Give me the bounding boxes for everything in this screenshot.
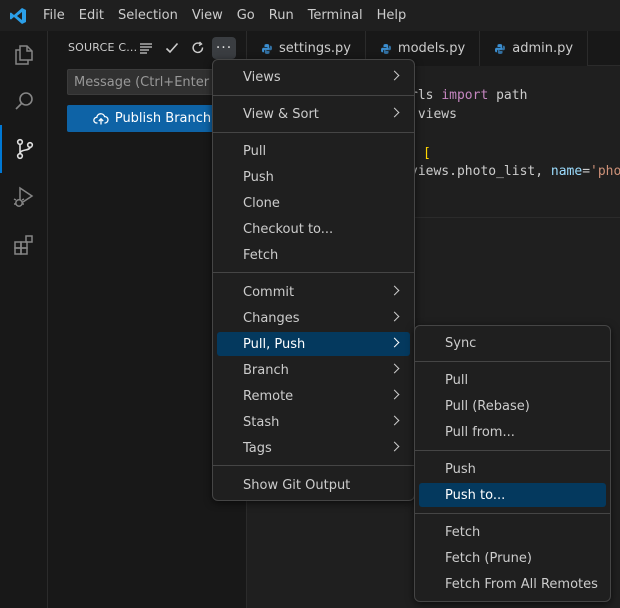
menu-file[interactable]: File	[36, 0, 72, 31]
menu-separator	[415, 361, 610, 362]
more-actions-icon[interactable]: ···	[212, 37, 236, 59]
chevron-right-icon	[389, 70, 400, 81]
menu-go[interactable]: Go	[230, 0, 262, 31]
chevron-right-icon	[389, 311, 400, 322]
menu-run[interactable]: Run	[262, 0, 301, 31]
extensions-icon[interactable]	[0, 221, 48, 269]
submenu-item-pull[interactable]: Pull	[419, 368, 606, 392]
menu-selection[interactable]: Selection	[111, 0, 185, 31]
menu-separator	[213, 132, 414, 133]
pull-push-submenu: Sync Pull Pull (Rebase) Pull from... Pus…	[414, 325, 611, 602]
run-debug-icon[interactable]	[0, 173, 48, 221]
menu-item-pull[interactable]: Pull	[217, 139, 410, 163]
menu-item-tags[interactable]: Tags	[217, 436, 410, 460]
explorer-icon[interactable]	[0, 31, 48, 79]
vscode-logo-icon	[0, 0, 36, 31]
menu-item-changes[interactable]: Changes	[217, 306, 410, 330]
menu-item-push[interactable]: Push	[217, 165, 410, 189]
menu-item-fetch[interactable]: Fetch	[217, 243, 410, 267]
menu-separator	[213, 465, 414, 466]
submenu-item-fetch-prune[interactable]: Fetch (Prune)	[419, 546, 606, 570]
chevron-right-icon	[389, 441, 400, 452]
submenu-item-fetch-all-remotes[interactable]: Fetch From All Remotes	[419, 572, 606, 596]
activity-bar	[0, 31, 48, 608]
menu-item-stash[interactable]: Stash	[217, 410, 410, 434]
menu-item-pull-push[interactable]: Pull, Push	[217, 332, 410, 356]
search-icon[interactable]	[0, 77, 48, 125]
chevron-right-icon	[389, 337, 400, 348]
tab-label: models.py	[397, 41, 466, 56]
code-line-2: views	[410, 107, 457, 122]
python-icon	[380, 43, 391, 54]
submenu-item-push-to[interactable]: Push to...	[419, 483, 606, 507]
chevron-right-icon	[389, 285, 400, 296]
menu-separator	[415, 450, 610, 451]
chevron-right-icon	[389, 363, 400, 374]
editor-divider	[410, 217, 620, 218]
menu-item-branch[interactable]: Branch	[217, 358, 410, 382]
submenu-item-push[interactable]: Push	[419, 457, 606, 481]
menu-separator	[213, 272, 414, 273]
python-icon	[495, 43, 506, 54]
chevron-right-icon	[389, 415, 400, 426]
tab-label: admin.py	[512, 41, 574, 56]
submenu-item-fetch[interactable]: Fetch	[419, 520, 606, 544]
chevron-right-icon	[389, 107, 400, 118]
menu-item-checkout[interactable]: Checkout to...	[217, 217, 410, 241]
menu-separator	[415, 513, 610, 514]
menu-item-clone[interactable]: Clone	[217, 191, 410, 215]
menu-terminal[interactable]: Terminal	[301, 0, 370, 31]
tab-admin-py[interactable]: admin.py	[480, 31, 589, 66]
cloud-upload-icon	[93, 112, 109, 124]
menu-item-show-git-output[interactable]: Show Git Output	[217, 473, 410, 497]
source-control-icon[interactable]	[0, 125, 48, 173]
tab-label: settings.py	[279, 41, 351, 56]
menu-item-commit[interactable]: Commit	[217, 280, 410, 304]
commit-check-icon[interactable]	[162, 38, 182, 58]
refresh-icon[interactable]	[188, 38, 208, 58]
menu-view[interactable]: View	[185, 0, 230, 31]
code-line-1: rls import path	[410, 88, 528, 103]
menu-edit[interactable]: Edit	[72, 0, 111, 31]
menu-item-remote[interactable]: Remote	[217, 384, 410, 408]
submenu-item-pull-from[interactable]: Pull from...	[419, 420, 606, 444]
menu-item-view-sort[interactable]: View & Sort	[217, 102, 410, 126]
chevron-right-icon	[389, 389, 400, 400]
view-as-tree-icon[interactable]	[136, 38, 156, 58]
source-control-more-menu: Views View & Sort Pull Push Clone Checko…	[212, 59, 415, 501]
publish-branch-label: Publish Branch	[114, 111, 212, 126]
menu-separator	[213, 95, 414, 96]
sidebar-title: SOURCE C...	[68, 41, 138, 54]
code-line-4: views.photo_list, name='pho	[410, 164, 620, 179]
submenu-item-pull-rebase[interactable]: Pull (Rebase)	[419, 394, 606, 418]
title-bar: File Edit Selection View Go Run Terminal…	[0, 0, 620, 31]
menu-help[interactable]: Help	[370, 0, 414, 31]
menu-bar: File Edit Selection View Go Run Terminal…	[36, 0, 413, 31]
menu-item-views[interactable]: Views	[217, 65, 410, 89]
submenu-item-sync[interactable]: Sync	[419, 331, 606, 355]
code-line-3: [	[423, 146, 431, 161]
python-icon	[262, 43, 272, 54]
